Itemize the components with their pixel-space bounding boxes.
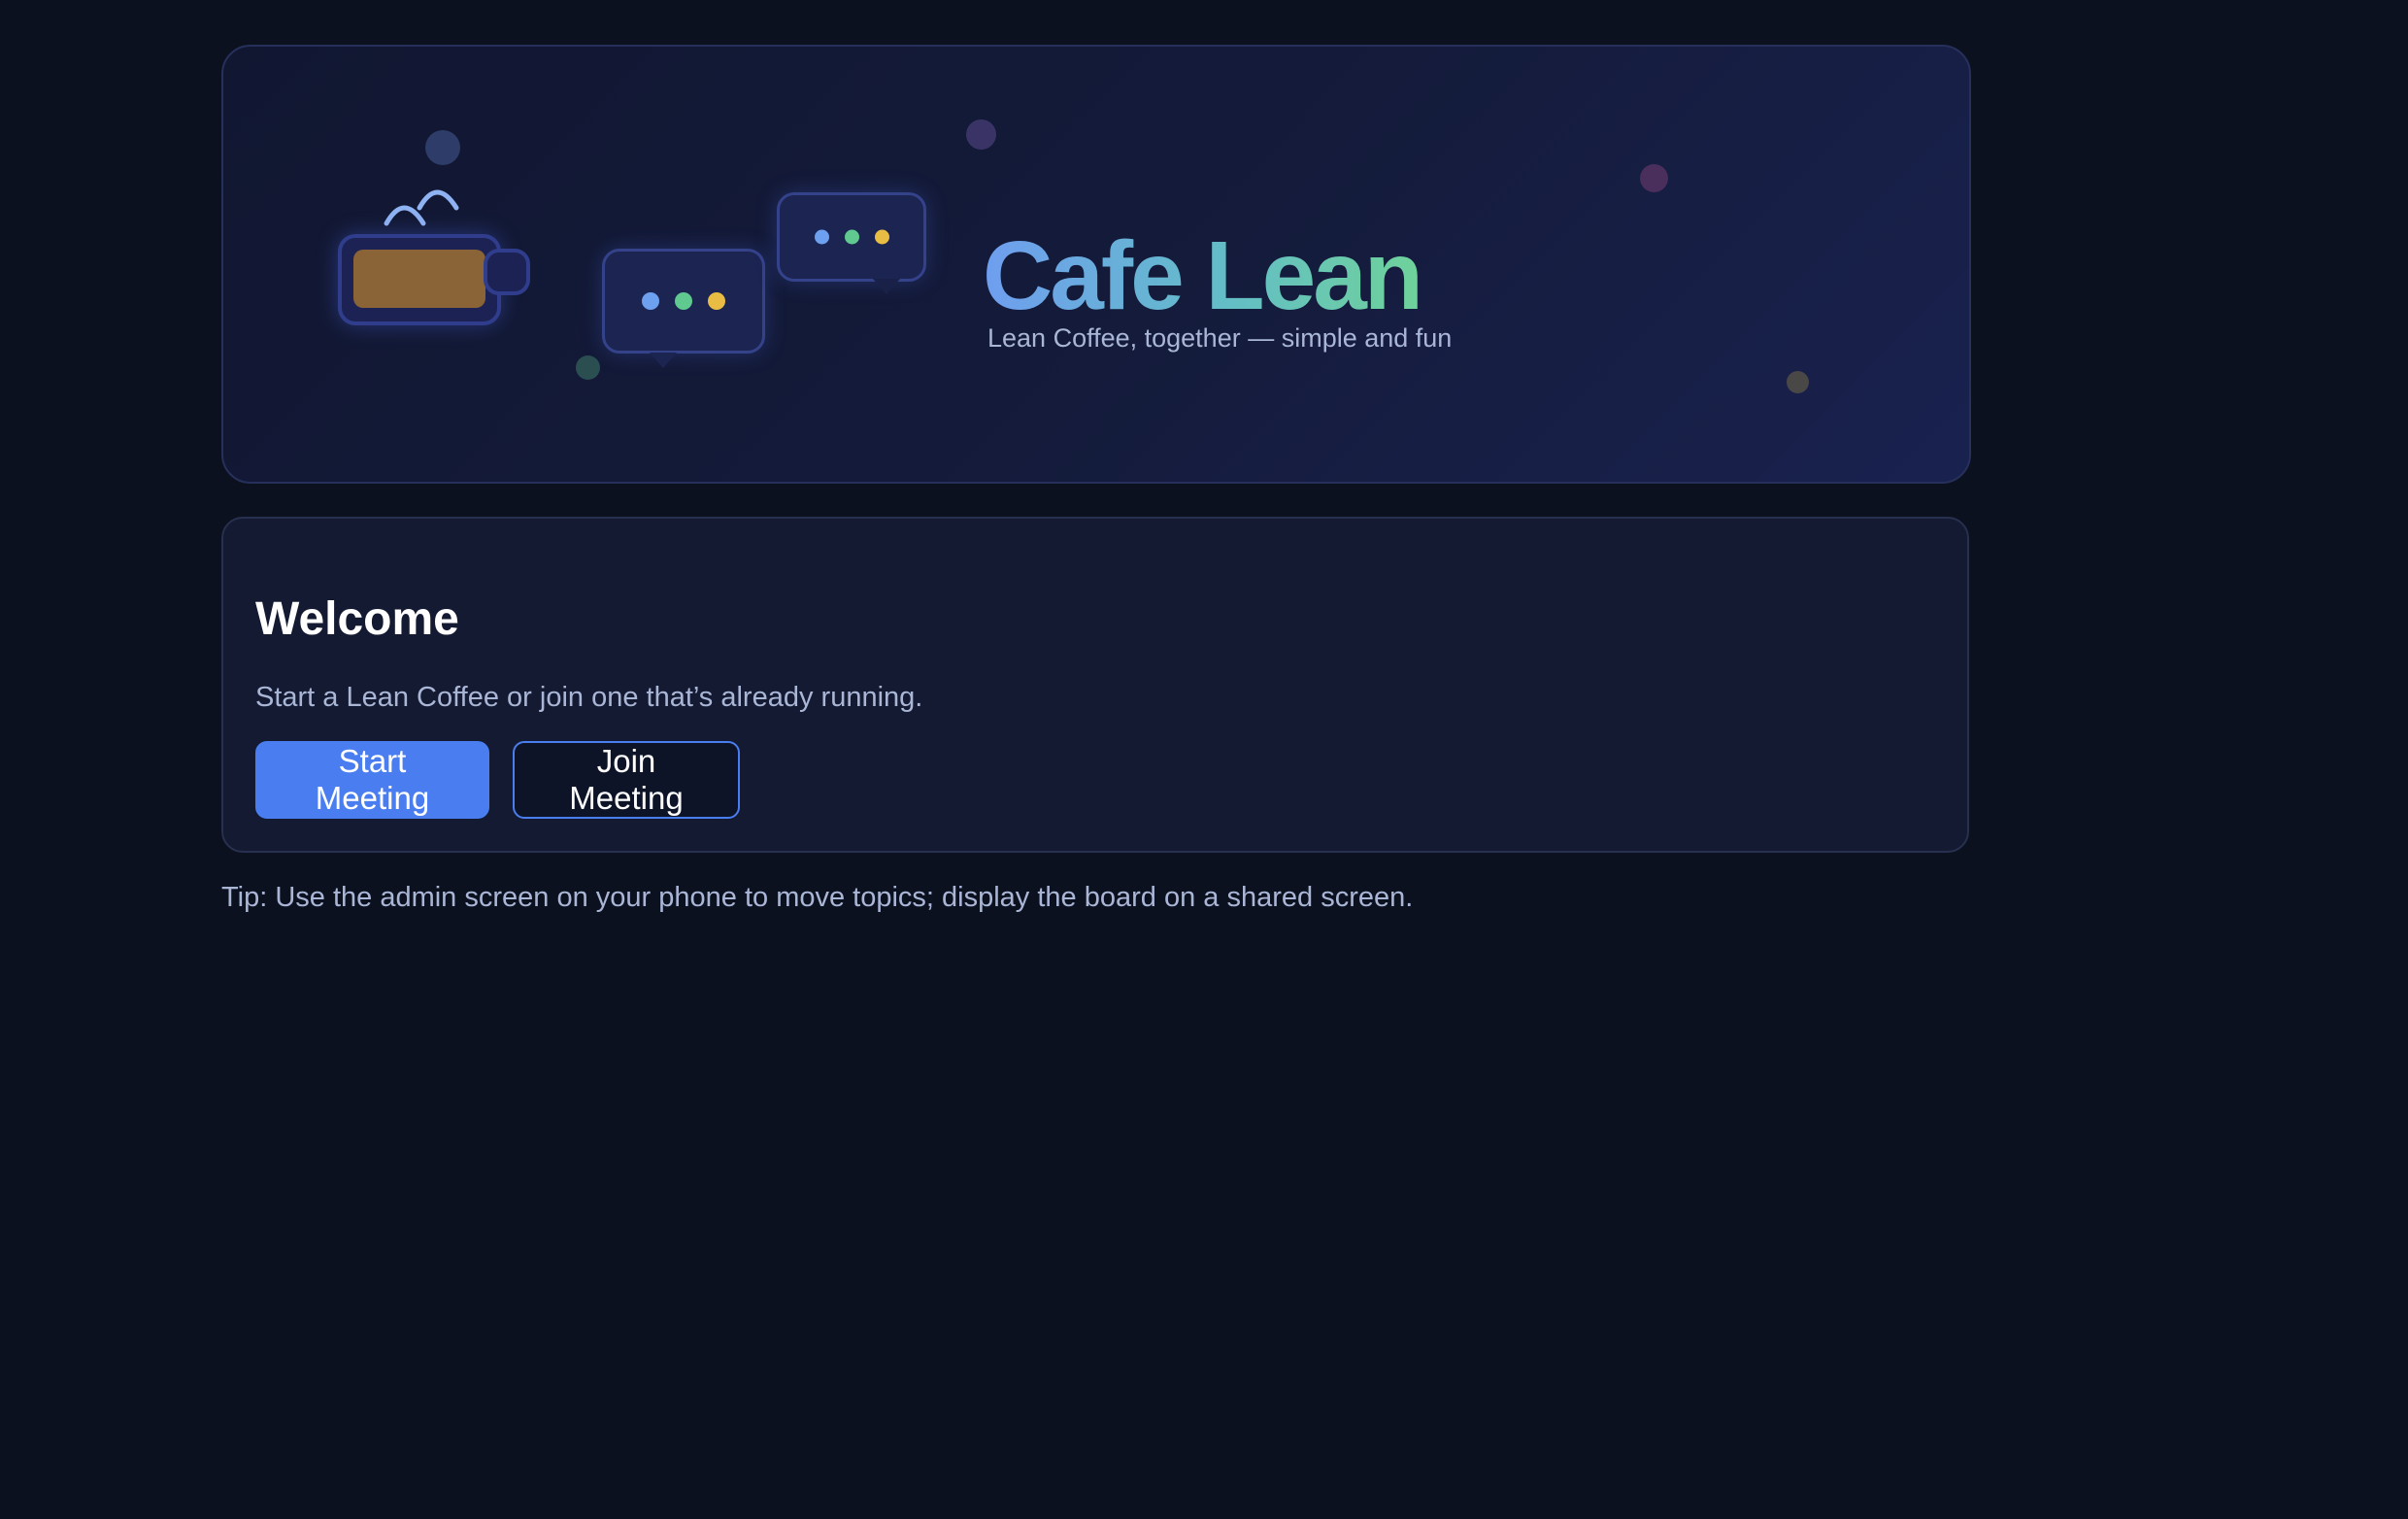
welcome-card: Welcome Start a Lean Coffee or join one … [221,517,1969,853]
typing-dot [874,229,889,245]
typing-dot [844,229,859,245]
chat-bubble-icon [602,249,765,368]
coffee-mug-icon [338,234,501,325]
typing-dot [675,292,692,310]
mug-handle [484,249,530,295]
coffee-fill [353,250,485,308]
usage-tip: Tip: Use the admin screen on your phone … [221,882,1414,913]
app-tagline: Lean Coffee, together — simple and fun [987,323,1453,353]
bubble-tail [873,279,900,294]
decorative-dot [576,355,600,380]
decorative-dot [966,119,996,150]
decorative-dot [425,130,460,165]
typing-dot [814,229,829,245]
decorative-dot [1787,371,1809,393]
chat-bubble-icon [777,192,926,294]
steam-icon [384,189,459,226]
welcome-description: Start a Lean Coffee or join one that’s a… [255,682,923,713]
typing-dot [708,292,725,310]
decorative-dot [1640,164,1668,192]
app-title: Cafe Lean [983,221,1423,330]
hero-banner: Cafe Lean Lean Coffee, together — simple… [221,45,1971,484]
welcome-heading: Welcome [255,593,459,645]
join-meeting-button[interactable]: Join Meeting [513,741,740,819]
bubble-tail [650,353,677,368]
page: Cafe Lean Lean Coffee, together — simple… [0,0,2408,1519]
start-meeting-button[interactable]: Start Meeting [255,741,489,819]
typing-dot [642,292,659,310]
